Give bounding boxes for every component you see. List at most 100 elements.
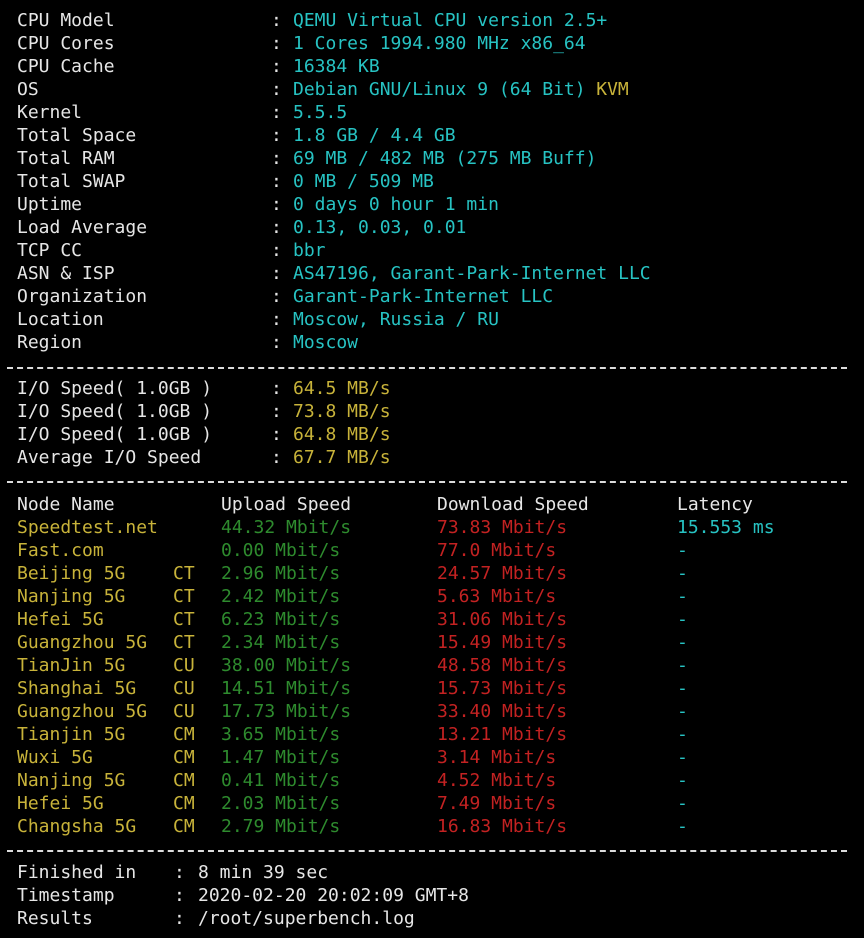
header-latency: Latency — [677, 494, 753, 515]
summary-label: Timestamp — [17, 885, 115, 906]
sysinfo-label: Total RAM — [17, 148, 115, 169]
latency: - — [677, 586, 688, 607]
latency: - — [677, 770, 688, 791]
node-isp: CU — [173, 655, 195, 676]
io-label: Average I/O Speed — [17, 447, 202, 468]
sysinfo-label: Uptime — [17, 194, 83, 215]
upload-speed: 6.23 Mbit/s — [221, 609, 341, 630]
io-label: I/O Speed( 1.0GB ) — [17, 378, 213, 399]
upload-speed: 3.65 Mbit/s — [221, 724, 341, 745]
sysinfo-label: Total SWAP — [17, 171, 126, 192]
latency: - — [677, 632, 688, 653]
node-name: Hefei 5G — [17, 609, 104, 630]
sysinfo-label: CPU Model — [17, 10, 115, 31]
node-name: Hefei 5G — [17, 793, 104, 814]
summary-label: Results — [17, 908, 93, 929]
summary-value: /root/superbench.log — [198, 908, 415, 929]
node-name: Wuxi 5G — [17, 747, 93, 768]
sysinfo-value: bbr — [293, 240, 326, 261]
upload-speed: 2.03 Mbit/s — [221, 793, 341, 814]
upload-speed: 14.51 Mbit/s — [221, 678, 352, 699]
header-download-speed: Download Speed — [437, 494, 589, 515]
sysinfo-value: 0 days 0 hour 1 min — [293, 194, 499, 215]
node-name: Beijing 5G — [17, 563, 126, 584]
latency: - — [677, 678, 688, 699]
node-isp: CT — [173, 563, 195, 584]
section-divider-1 — [7, 367, 847, 369]
download-speed: 31.06 Mbit/s — [437, 609, 568, 630]
io-value: 64.8 MB/s — [293, 424, 391, 445]
download-speed: 73.83 Mbit/s — [437, 517, 568, 538]
summary-separator: : — [174, 885, 185, 906]
sysinfo-value: 0 MB / 509 MB — [293, 171, 434, 192]
node-isp: CM — [173, 724, 195, 745]
sysinfo-label: Location — [17, 309, 104, 330]
sysinfo-label: Region — [17, 332, 83, 353]
latency: - — [677, 655, 688, 676]
node-name: Guangzhou 5G — [17, 701, 148, 722]
latency: - — [677, 540, 688, 561]
sysinfo-separator: : — [271, 194, 282, 215]
latency: - — [677, 701, 688, 722]
download-speed: 13.21 Mbit/s — [437, 724, 568, 745]
sysinfo-value: 5.5.5 — [293, 102, 348, 123]
summary-value: 2020-02-20 20:02:09 GMT+8 — [198, 885, 469, 906]
sysinfo-label: Load Average — [17, 217, 148, 238]
sysinfo-separator: : — [271, 33, 282, 54]
upload-speed: 44.32 Mbit/s — [221, 517, 352, 538]
latency: 15.553 ms — [677, 517, 775, 538]
summary-separator: : — [174, 862, 185, 883]
latency: - — [677, 563, 688, 584]
section-divider-3 — [7, 850, 847, 852]
sysinfo-value: Moscow — [293, 332, 359, 353]
io-label: I/O Speed( 1.0GB ) — [17, 424, 213, 445]
download-speed: 4.52 Mbit/s — [437, 770, 557, 791]
node-isp: CT — [173, 609, 195, 630]
sysinfo-separator: : — [271, 217, 282, 238]
upload-speed: 1.47 Mbit/s — [221, 747, 341, 768]
download-speed: 7.49 Mbit/s — [437, 793, 557, 814]
sysinfo-value: AS47196, Garant-Park-Internet LLC — [293, 263, 651, 284]
section-divider-2 — [7, 481, 847, 483]
sysinfo-label: TCP CC — [17, 240, 83, 261]
sysinfo-separator: : — [271, 171, 282, 192]
node-isp: CU — [173, 701, 195, 722]
upload-speed: 17.73 Mbit/s — [221, 701, 352, 722]
io-value: 67.7 MB/s — [293, 447, 391, 468]
header-upload-speed: Upload Speed — [221, 494, 352, 515]
latency: - — [677, 793, 688, 814]
node-name: Speedtest.net — [17, 517, 158, 538]
io-separator: : — [271, 401, 282, 422]
node-name: Shanghai 5G — [17, 678, 137, 699]
summary-value: 8 min 39 sec — [198, 862, 329, 883]
upload-speed: 2.96 Mbit/s — [221, 563, 341, 584]
node-isp: CU — [173, 678, 195, 699]
upload-speed: 0.41 Mbit/s — [221, 770, 341, 791]
terminal-window[interactable]: CPU Model: QEMU Virtual CPU version 2.5+ C… — [0, 0, 864, 938]
download-speed: 15.73 Mbit/s — [437, 678, 568, 699]
sysinfo-value: QEMU Virtual CPU version 2.5+ — [293, 10, 608, 31]
sysinfo-label: Total Space — [17, 125, 137, 146]
sysinfo-separator: : — [271, 102, 282, 123]
upload-speed: 2.42 Mbit/s — [221, 586, 341, 607]
sysinfo-separator: : — [271, 79, 282, 100]
sysinfo-separator: : — [271, 56, 282, 77]
node-isp: CT — [173, 586, 195, 607]
sysinfo-label: ASN & ISP — [17, 263, 115, 284]
summary-separator: : — [174, 908, 185, 929]
node-name: Nanjing 5G — [17, 770, 126, 791]
sysinfo-label: OS — [17, 79, 39, 100]
node-isp: CM — [173, 793, 195, 814]
sysinfo-value: 0.13, 0.03, 0.01 — [293, 217, 467, 238]
node-name: Tianjin 5G — [17, 724, 126, 745]
node-name: Guangzhou 5G — [17, 632, 148, 653]
sysinfo-value: 1 Cores 1994.980 MHz x86_64 — [293, 33, 586, 54]
header-node-name: Node Name — [17, 494, 115, 515]
latency: - — [677, 747, 688, 768]
node-name: Nanjing 5G — [17, 586, 126, 607]
sysinfo-separator: : — [271, 240, 282, 261]
download-speed: 16.83 Mbit/s — [437, 816, 568, 837]
node-isp: CM — [173, 816, 195, 837]
latency: - — [677, 816, 688, 837]
download-speed: 15.49 Mbit/s — [437, 632, 568, 653]
